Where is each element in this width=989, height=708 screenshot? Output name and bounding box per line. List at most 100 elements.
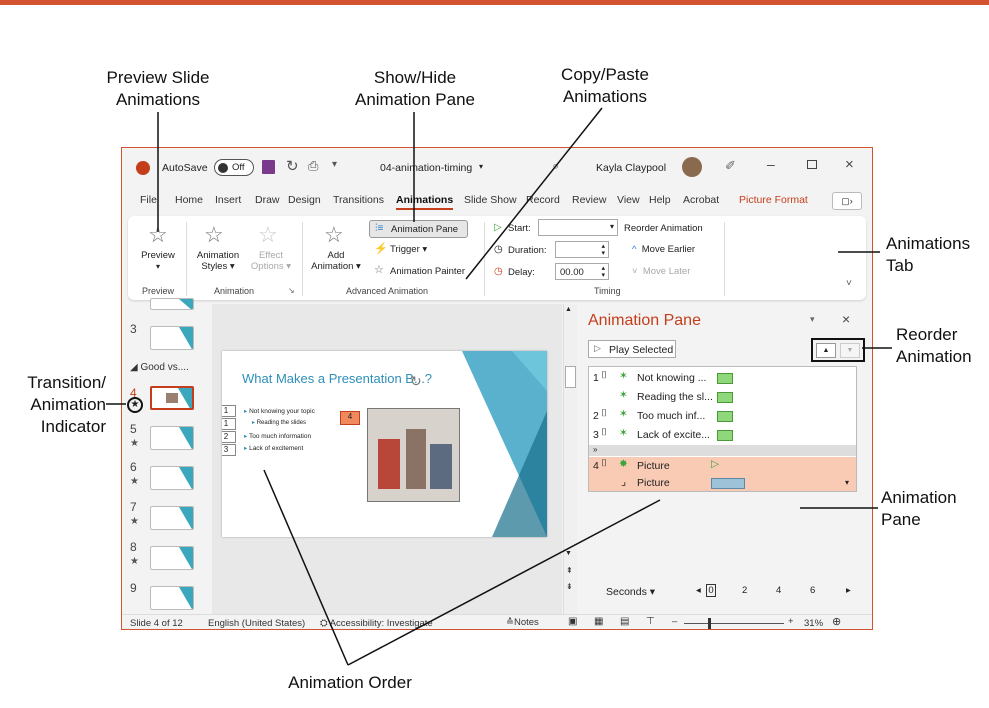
next-slide-icon[interactable]: ⇟ [566, 582, 573, 591]
add-animation-button[interactable]: Add Animation ▾ [306, 250, 366, 272]
collapse-contents-icon[interactable]: » [589, 445, 856, 456]
close-icon[interactable]: × [842, 311, 850, 327]
accessibility-status[interactable]: ⛭ Accessibility: Investigate [320, 618, 433, 629]
preview-star-icon[interactable]: ☆ [148, 222, 168, 248]
slide-thumb-9[interactable] [150, 586, 194, 610]
zoom-level[interactable]: 31% [804, 618, 823, 629]
animation-item[interactable]: ✶ Reading the sl... [589, 388, 856, 407]
tab-home[interactable]: Home [175, 194, 203, 206]
timeline-ruler[interactable]: ◂ 0 2 4 6 ▸ [696, 584, 858, 600]
move-up-icon[interactable]: ▲ [816, 343, 836, 358]
slide-thumb-6[interactable] [150, 466, 194, 490]
maximize-icon[interactable] [807, 160, 817, 169]
slide-thumb-4[interactable] [150, 386, 194, 410]
scroll-up-icon[interactable]: ▲ [565, 306, 572, 313]
tab-acrobat[interactable]: Acrobat [683, 194, 719, 206]
slide-thumb-7[interactable] [150, 506, 194, 530]
slide-scrollbar[interactable]: ▲ ▼ ⇞ ⇟ [563, 304, 577, 614]
comments-icon[interactable]: ▢› [832, 192, 862, 210]
tab-picture-format[interactable]: Picture Format [739, 194, 808, 206]
preview-button[interactable]: Preview [134, 250, 182, 261]
animation-item[interactable]: 1 ⌷ ✶ Not knowing ... [589, 369, 856, 388]
picture[interactable] [367, 408, 460, 502]
dialog-launcher-icon[interactable]: ↘ [288, 286, 295, 295]
pen-icon[interactable]: ✐ [725, 158, 736, 174]
rotate-handle-icon[interactable]: ↻ [410, 373, 422, 390]
slide-thumb-8[interactable] [150, 546, 194, 570]
delay-icon: ◷ [494, 266, 503, 277]
undo-icon[interactable]: ↻ [286, 157, 299, 175]
search-icon[interactable]: ⌕ [552, 158, 559, 174]
add-animation-icon[interactable]: ☆ [324, 222, 344, 248]
language[interactable]: English (United States) [208, 618, 305, 629]
spinner-icon[interactable]: ▴ ▾ [601, 243, 605, 257]
zoom-slider[interactable] [684, 623, 784, 624]
spinner-icon[interactable]: ▴ ▾ [601, 265, 605, 279]
normal-view-icon[interactable]: ▣ [568, 616, 577, 627]
tab-view[interactable]: View [617, 194, 640, 206]
slide-count: Slide 4 of 12 [130, 618, 183, 629]
trigger-connector-icon: ⌟ [621, 476, 627, 488]
current-slide[interactable]: What Makes a Presentation B...? 1 1 2 3 … [222, 351, 547, 537]
autosave-toggle[interactable]: Off [214, 159, 254, 176]
animation-tag[interactable]: 1 [222, 405, 236, 417]
slideshow-icon[interactable]: ⊤ [646, 616, 655, 627]
slide-thumb-3[interactable] [150, 326, 194, 350]
user-name[interactable]: Kayla Claypool [596, 162, 666, 174]
zoom-in-icon[interactable]: + [788, 616, 794, 627]
animation-item-selected[interactable]: 4 ⌷ ✸ Picture ▷ ⌟ Picture ▾ [589, 457, 856, 491]
trigger-button[interactable]: Trigger ▾ [390, 244, 427, 255]
file-name[interactable]: 04-animation-timing [380, 162, 472, 174]
animation-item[interactable]: 3 ⌷ ✶ Lack of excite... [589, 426, 856, 445]
tab-transitions[interactable]: Transitions [333, 194, 384, 206]
animation-styles-button[interactable]: Animation Styles ▾ [190, 250, 246, 272]
animation-pane-button[interactable]: ⫶≡ Animation Pane [369, 220, 468, 238]
delay-input[interactable]: 00.00 ▴ ▾ [555, 263, 609, 280]
minimize-icon[interactable]: – [767, 156, 775, 172]
tab-review[interactable]: Review [572, 194, 606, 206]
zoom-out-icon[interactable]: – [672, 616, 677, 627]
tab-file[interactable]: File [140, 194, 157, 206]
tab-animations[interactable]: Animations [396, 194, 454, 210]
animation-painter-button[interactable]: Animation Painter [390, 266, 465, 277]
slide-title[interactable]: What Makes a Presentation B...? [242, 371, 432, 386]
start-select[interactable]: ▾ [538, 219, 618, 236]
duration-input[interactable]: ▴ ▾ [555, 241, 609, 258]
animation-item[interactable]: 2 ⌷ ✶ Too much inf... [589, 407, 856, 426]
slide-thumb-5[interactable] [150, 426, 194, 450]
powerpoint-icon[interactable] [136, 161, 150, 175]
close-icon[interactable]: × [845, 156, 854, 173]
collapse-ribbon-icon[interactable]: ˅ [846, 278, 852, 289]
animation-styles-icon[interactable]: ☆ [204, 222, 224, 248]
tab-insert[interactable]: Insert [215, 194, 241, 206]
notes-button[interactable]: ≙Notes [506, 617, 539, 628]
slide-sorter-icon[interactable]: ▦ [594, 616, 603, 627]
tab-draw[interactable]: Draw [255, 194, 280, 206]
present-icon[interactable]: ⎙ [308, 158, 318, 174]
transition-indicator-icon[interactable]: ★ [127, 397, 143, 413]
reading-view-icon[interactable]: ▤ [620, 616, 629, 627]
avatar[interactable] [682, 157, 702, 177]
tab-design[interactable]: Design [288, 194, 321, 206]
previous-slide-icon[interactable]: ⇞ [566, 566, 573, 575]
pane-options-icon[interactable]: ▾ [810, 314, 815, 325]
section-header[interactable]: ◢ Good vs.... [130, 362, 189, 373]
animation-tag-picture[interactable]: 4 [340, 411, 360, 425]
animation-tag[interactable]: 1 [222, 418, 236, 430]
save-icon[interactable] [262, 160, 275, 174]
scroll-thumb[interactable] [565, 366, 576, 388]
seconds-dropdown[interactable]: Seconds ▾ [606, 586, 655, 598]
zoom-slider-thumb[interactable] [708, 618, 711, 629]
customize-qat-icon[interactable]: ▾ [332, 159, 337, 170]
move-earlier-button[interactable]: ^ Move Earlier [632, 244, 695, 255]
slide-thumb-2[interactable] [150, 298, 194, 310]
play-selected-button[interactable]: ▷ Play Selected [588, 340, 676, 358]
animation-tag[interactable]: 2 [222, 431, 236, 443]
tab-slide-show[interactable]: Slide Show [464, 194, 517, 206]
star-icon: ★ [130, 556, 139, 567]
animation-tag[interactable]: 3 [222, 444, 236, 456]
fit-to-window-icon[interactable]: ⊕ [832, 615, 841, 628]
tab-record[interactable]: Record [526, 194, 560, 206]
tab-help[interactable]: Help [649, 194, 671, 206]
scroll-down-icon[interactable]: ▼ [565, 550, 572, 557]
